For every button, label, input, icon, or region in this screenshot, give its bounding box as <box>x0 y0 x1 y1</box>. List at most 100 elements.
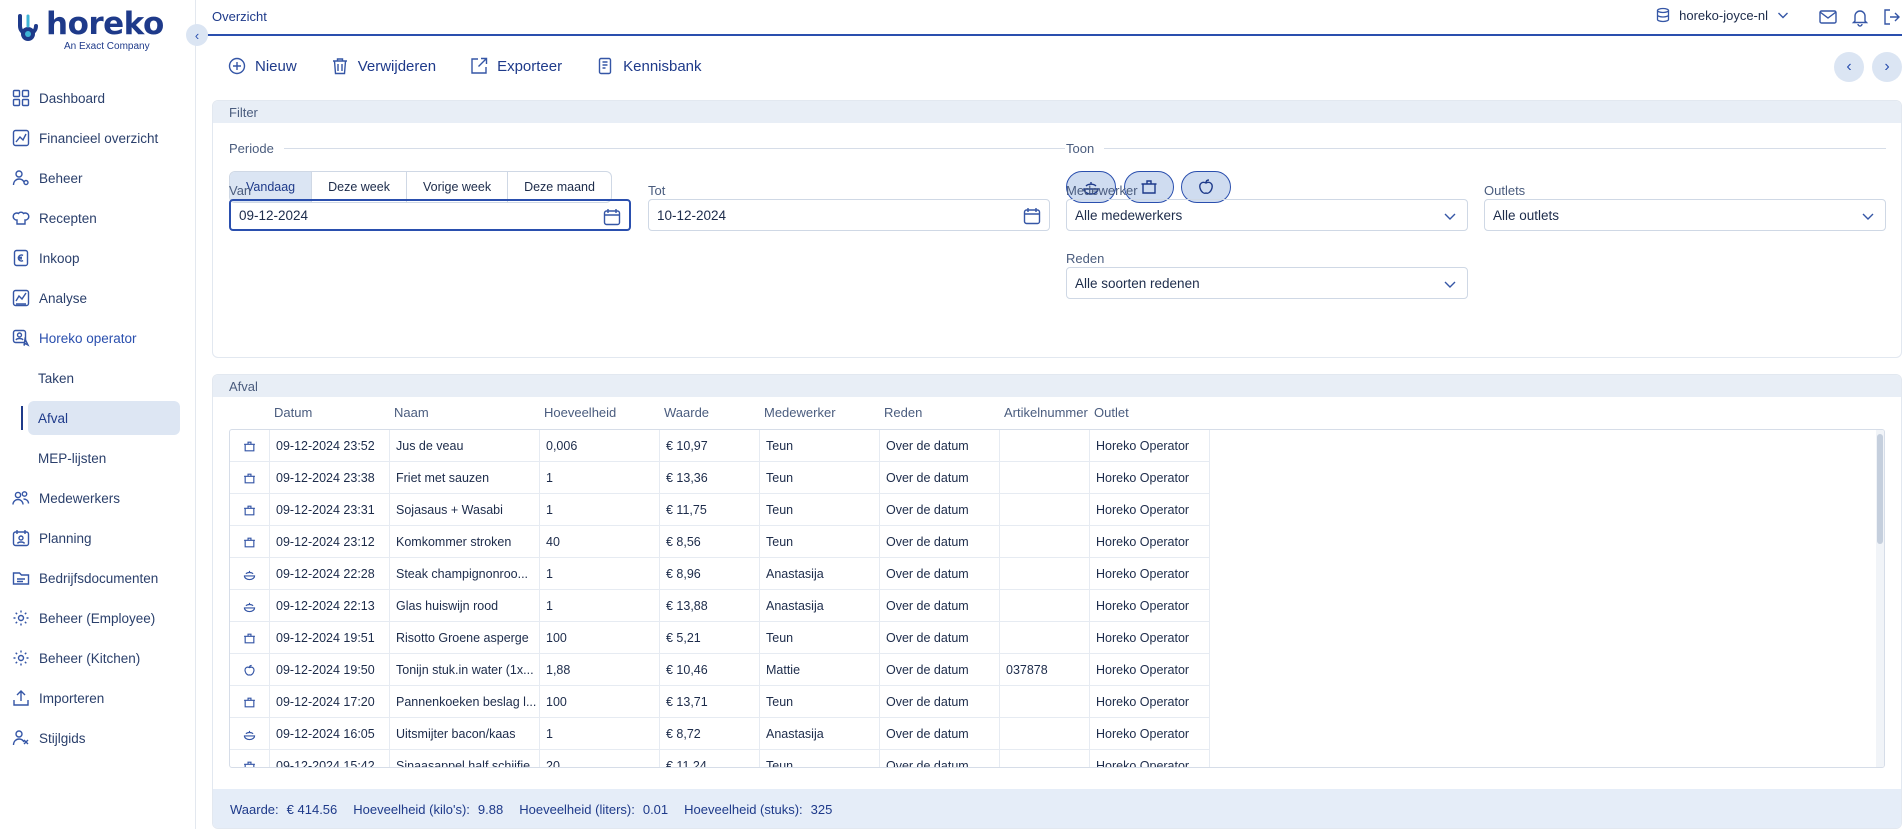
table-row[interactable]: 09-12-2024 19:50 Tonijn stuk.in water (1x… <box>230 654 1210 686</box>
total-waarde-value: € 414.56 <box>286 802 338 817</box>
cell-medewerker: Teun <box>760 686 880 718</box>
new-button[interactable]: Nieuw <box>228 57 297 75</box>
medewerker-select[interactable]: Alle medewerkers <box>1066 199 1468 231</box>
column-header-reden[interactable]: Reden <box>884 405 922 420</box>
table-row[interactable]: 09-12-2024 23:12 Komkommer stroken 40 € 8,5… <box>230 526 1210 558</box>
cell-outlet: Horeko Operator <box>1090 622 1210 654</box>
medewerker-value: Alle medewerkers <box>1075 207 1183 223</box>
dish-icon <box>243 728 256 741</box>
table-scrollbar[interactable] <box>1876 430 1884 767</box>
sidebar-item-beheer[interactable]: Beheer <box>0 158 196 198</box>
calendar-icon[interactable] <box>603 208 621 226</box>
table-row[interactable]: 09-12-2024 23:31 Sojasaus + Wasabi 1 € 11,7… <box>230 494 1210 526</box>
chevron-right-icon: › <box>1884 58 1890 75</box>
column-header-medewerker[interactable]: Medewerker <box>764 405 836 420</box>
previous-button[interactable]: ‹ <box>1834 52 1864 82</box>
period-deze-week[interactable]: Deze week <box>312 172 407 202</box>
sidebar-item-medewerkers[interactable]: Medewerkers <box>0 478 196 518</box>
delete-button[interactable]: Verwijderen <box>331 57 436 75</box>
page-title: Overzicht <box>212 9 267 24</box>
sidebar-item-financieel-overzicht[interactable]: Financieel overzicht <box>0 118 196 158</box>
outlets-select[interactable]: Alle outlets <box>1484 199 1886 231</box>
sidebar-item-beheer-employee[interactable]: Beheer (Employee) <box>0 598 196 638</box>
pot-icon <box>243 632 256 645</box>
dashboard-icon <box>12 89 30 107</box>
dish-icon <box>243 568 256 581</box>
trash-icon <box>332 58 347 75</box>
sidebar-item-horeko-operator[interactable]: Horeko operator <box>0 318 196 358</box>
cell-hoeveelheid: 20 <box>540 750 660 767</box>
table-row[interactable]: 09-12-2024 22:13 Glas huiswijn rood 1 € 13,… <box>230 590 1210 622</box>
table-row[interactable]: 09-12-2024 23:52 Jus de veau 0,006 € 10,97 T… <box>230 430 1210 462</box>
sidebar-item-dashboard[interactable]: Dashboard <box>0 78 196 118</box>
van-label: Van <box>229 183 252 198</box>
column-header-waarde[interactable]: Waarde <box>664 405 709 420</box>
sidebar-item-analyse[interactable]: Analyse <box>0 278 196 318</box>
reden-select[interactable]: Alle soorten redenen <box>1066 267 1468 299</box>
mail-icon[interactable] <box>1818 7 1838 27</box>
table-row[interactable]: 09-12-2024 15:42 Sinaasappel half schijfj… <box>230 750 1210 767</box>
period-vorige-week[interactable]: Vorige week <box>407 172 509 202</box>
cell-waarde: € 8,96 <box>660 558 760 590</box>
cell-naam: Sojasaus + Wasabi <box>390 494 540 526</box>
sidebar-item-stijlgids[interactable]: Stijlgids <box>0 718 196 758</box>
export-button[interactable]: Exporteer <box>470 57 562 75</box>
top-bar: Overzicht horeko-joyce-nl <box>196 0 1902 36</box>
column-header-datum[interactable]: Datum <box>274 405 312 420</box>
sidebar-item-inkoop[interactable]: Inkoop <box>0 238 196 278</box>
cell-artikelnummer: 037878 <box>1000 654 1090 686</box>
cell-outlet: Horeko Operator <box>1090 494 1210 526</box>
reden-value: Alle soorten redenen <box>1075 275 1200 291</box>
logout-icon[interactable] <box>1882 7 1902 27</box>
top-icons <box>1818 7 1902 27</box>
sidebar-subitem-afval[interactable]: Afval <box>21 401 180 435</box>
cell-reden: Over de datum <box>880 494 1000 526</box>
row-type-icon <box>230 430 270 462</box>
afval-panel: Afval Datum Naam Hoeveelheid Waarde Mede… <box>212 374 1902 829</box>
horeko-logo[interactable]: horeko An Exact Company <box>12 6 164 52</box>
cell-reden: Over de datum <box>880 718 1000 750</box>
cell-datum: 09-12-2024 15:42 <box>270 750 390 767</box>
cell-artikelnummer <box>1000 462 1090 494</box>
tenant-selector[interactable]: horeko-joyce-nl <box>1655 7 1790 23</box>
van-date-value: 09-12-2024 <box>239 207 309 223</box>
row-type-icon <box>230 558 270 590</box>
sidebar-subitem-taken[interactable]: Taken <box>0 358 196 398</box>
table-row[interactable]: 09-12-2024 16:05 Uitsmijter bacon/kaas 1 € … <box>230 718 1210 750</box>
cell-artikelnummer <box>1000 750 1090 767</box>
table-row[interactable]: 09-12-2024 17:20 Pannenkoeken beslag l...… <box>230 686 1210 718</box>
scrollbar-thumb[interactable] <box>1877 434 1883 544</box>
period-deze-maand[interactable]: Deze maand <box>508 172 611 202</box>
knowledge-base-button[interactable]: Kennisbank <box>596 57 702 75</box>
sidebar-item-recepten[interactable]: Recepten <box>0 198 196 238</box>
bell-icon[interactable] <box>1850 7 1870 27</box>
afval-panel-title: Afval <box>213 375 1901 397</box>
sidebar-item-planning[interactable]: Planning <box>0 518 196 558</box>
total-stuks-value: 325 <box>810 802 833 817</box>
sidebar-item-beheer-kitchen[interactable]: Beheer (Kitchen) <box>0 638 196 678</box>
sidebar-subitem-mep-lijsten[interactable]: MEP-lijsten <box>0 438 196 478</box>
next-button[interactable]: › <box>1872 52 1902 82</box>
column-header-artikelnummer[interactable]: Artikelnummer <box>1004 405 1088 420</box>
column-header-naam[interactable]: Naam <box>394 405 429 420</box>
table-row[interactable]: 09-12-2024 19:51 Risotto Groene asperge 10… <box>230 622 1210 654</box>
sidebar-collapse-button[interactable]: ‹ <box>186 24 208 46</box>
row-type-icon <box>230 494 270 526</box>
cell-outlet: Horeko Operator <box>1090 686 1210 718</box>
sidebar-item-importeren[interactable]: Importeren <box>0 678 196 718</box>
table-row[interactable]: 09-12-2024 22:28 Steak champignonroo... 1 €… <box>230 558 1210 590</box>
row-type-icon <box>230 718 270 750</box>
tot-date-field[interactable]: 10-12-2024 <box>648 199 1050 231</box>
pot-icon <box>243 536 256 549</box>
table-row[interactable]: 09-12-2024 23:38 Friet met sauzen 1 € 13,36… <box>230 462 1210 494</box>
export-button-label: Exporteer <box>497 57 563 75</box>
van-date-field[interactable]: 09-12-2024 <box>229 199 631 231</box>
cell-hoeveelheid: 1 <box>540 590 660 622</box>
cell-outlet: Horeko Operator <box>1090 558 1210 590</box>
cell-waarde: € 11,75 <box>660 494 760 526</box>
cell-hoeveelheid: 1 <box>540 718 660 750</box>
calendar-icon[interactable] <box>1023 207 1041 225</box>
column-header-hoeveelheid[interactable]: Hoeveelheid <box>544 405 616 420</box>
column-header-outlet[interactable]: Outlet <box>1094 405 1129 420</box>
sidebar-item-bedrijfsdocumenten[interactable]: Bedrijfsdocumenten <box>0 558 196 598</box>
